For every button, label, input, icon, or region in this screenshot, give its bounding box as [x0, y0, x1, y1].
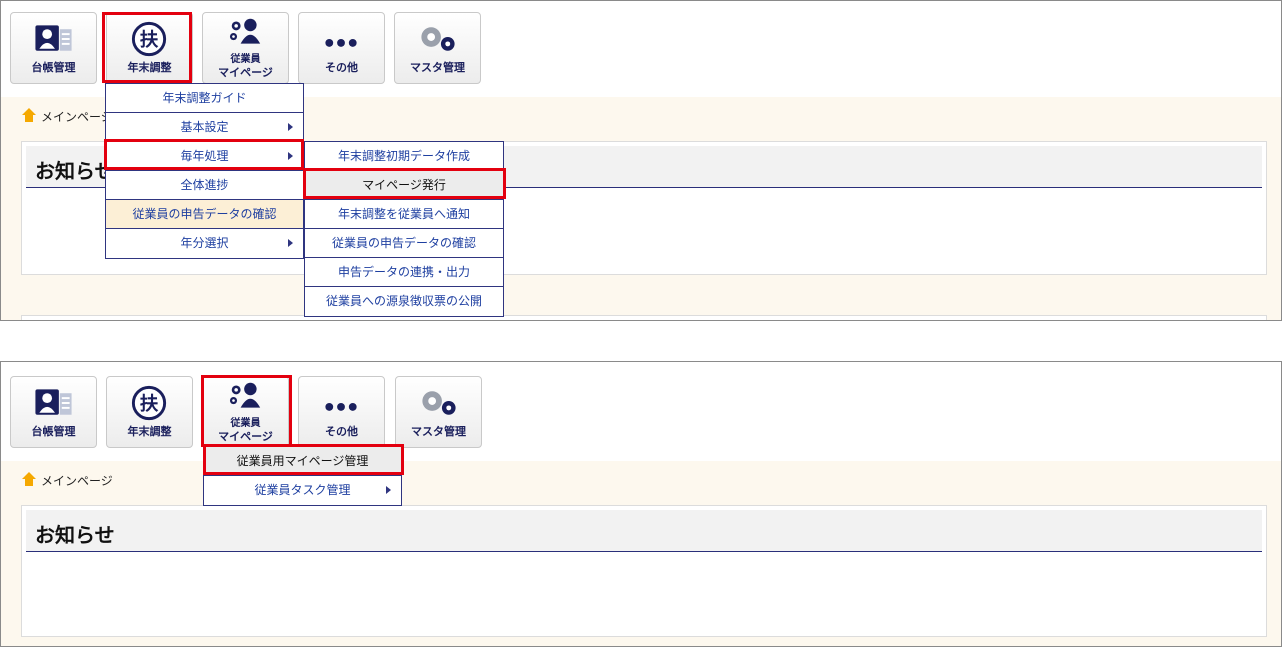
ledger-button[interactable]: 台帳管理 — [10, 12, 97, 84]
breadcrumb: メインページ — [21, 107, 113, 125]
second-box — [21, 315, 1267, 320]
breadcrumb-text[interactable]: メインページ — [41, 110, 113, 124]
submenu-item-initial-data[interactable]: 年末調整初期データ作成 — [305, 142, 503, 171]
mypage-label-line1: 従業員 — [230, 54, 261, 65]
breadcrumb-text[interactable]: メインページ — [41, 474, 113, 488]
menu-label: 基本設定 — [180, 120, 229, 134]
home-icon — [22, 472, 36, 486]
svg-text:扶: 扶 — [140, 29, 159, 51]
master-label: マスタ管理 — [410, 61, 465, 74]
other-label: その他 — [325, 425, 358, 438]
menu-label: 年分選択 — [180, 236, 229, 250]
mypage-label-line2: マイページ — [218, 66, 273, 79]
fuyo-circle-icon: 扶 — [131, 385, 167, 421]
main-content: メインページ お知らせ — [1, 461, 1281, 646]
notice-box: お知らせ — [21, 505, 1267, 637]
caret-right-icon — [386, 486, 391, 494]
ledger-label: 台帳管理 — [31, 61, 76, 74]
more-dots-icon — [325, 403, 357, 411]
main-toolbar: 台帳管理 扶 年末調整 従業員 マイページ その他 マスタ管理 — [1, 362, 1281, 458]
mypage-label-line1: 従業員 — [230, 418, 261, 429]
menu-item-progress[interactable]: 全体進捗 — [106, 171, 303, 200]
menu-item-task-management[interactable]: 従業員タスク管理 — [204, 476, 401, 505]
menu-item-basic-settings[interactable]: 基本設定 — [106, 113, 303, 142]
employee-mypage-button[interactable]: 従業員 マイページ — [202, 12, 289, 84]
other-button[interactable]: その他 — [298, 376, 385, 448]
notice-title: お知らせ — [35, 159, 115, 183]
breadcrumb: メインページ — [21, 471, 113, 489]
menu-item-guide[interactable]: 年末調整ガイド — [106, 84, 303, 113]
screenshot-panel-bottom: 台帳管理 扶 年末調整 従業員 マイページ その他 マスタ管理 メインページ お… — [0, 361, 1282, 647]
gears-icon — [421, 27, 455, 51]
yearend-label: 年末調整 — [127, 425, 172, 438]
id-card-icon — [35, 25, 72, 51]
other-button[interactable]: その他 — [298, 12, 385, 84]
submenu-item-notify[interactable]: 年末調整を従業員へ通知 — [305, 200, 503, 229]
menu-label: 毎年処理 — [180, 149, 229, 163]
employee-mypage-button[interactable]: 従業員 マイページ — [202, 376, 289, 448]
menu-label: 従業員タスク管理 — [254, 483, 351, 497]
mypage-label-line2: マイページ — [218, 430, 273, 443]
master-button[interactable]: マスタ管理 — [394, 12, 481, 84]
gears-icon — [422, 391, 456, 415]
notice-header: お知らせ — [26, 510, 1262, 552]
submenu-item-check-declaration[interactable]: 従業員の申告データの確認 — [305, 229, 503, 258]
master-button[interactable]: マスタ管理 — [395, 376, 482, 448]
submenu-item-export[interactable]: 申告データの連携・出力 — [305, 258, 503, 287]
caret-right-icon — [288, 239, 293, 247]
more-dots-icon — [325, 39, 357, 47]
caret-right-icon — [288, 123, 293, 131]
employee-gear-icon — [229, 382, 261, 408]
fuyo-circle-icon: 扶 — [131, 21, 167, 57]
yearend-dropdown: 年末調整ガイド 基本設定 毎年処理 全体進捗 従業員の申告データの確認 年分選択 — [105, 83, 304, 259]
annual-process-submenu: 年末調整初期データ作成 マイページ発行 年末調整を従業員へ通知 従業員の申告デー… — [304, 141, 504, 317]
ledger-button[interactable]: 台帳管理 — [10, 376, 97, 448]
mypage-dropdown: 従業員用マイページ管理 従業員タスク管理 — [203, 446, 402, 506]
caret-right-icon — [288, 152, 293, 160]
menu-item-annual-process[interactable]: 毎年処理 — [106, 142, 303, 171]
employee-gear-icon — [229, 18, 261, 44]
menu-item-mypage-management[interactable]: 従業員用マイページ管理 — [204, 447, 401, 476]
submenu-item-publish-slip[interactable]: 従業員への源泉徴収票の公開 — [305, 287, 503, 316]
ledger-label: 台帳管理 — [31, 425, 76, 438]
menu-item-check-declaration[interactable]: 従業員の申告データの確認 — [106, 200, 303, 229]
notice-title: お知らせ — [35, 523, 115, 547]
other-label: その他 — [325, 61, 358, 74]
screenshot-panel-top: 台帳管理 扶 年末調整 従業員 マイページ その他 マスタ管理 メインページ お… — [0, 0, 1282, 321]
submenu-item-issue-mypage[interactable]: マイページ発行 — [305, 171, 503, 200]
home-icon — [22, 108, 36, 122]
yearend-button[interactable]: 扶 年末調整 — [106, 376, 193, 448]
menu-item-year-select[interactable]: 年分選択 — [106, 229, 303, 258]
id-card-icon — [35, 389, 72, 415]
yearend-label: 年末調整 — [127, 61, 172, 74]
yearend-button[interactable]: 扶 年末調整 — [106, 12, 193, 84]
svg-text:扶: 扶 — [140, 393, 159, 415]
master-label: マスタ管理 — [411, 425, 466, 438]
